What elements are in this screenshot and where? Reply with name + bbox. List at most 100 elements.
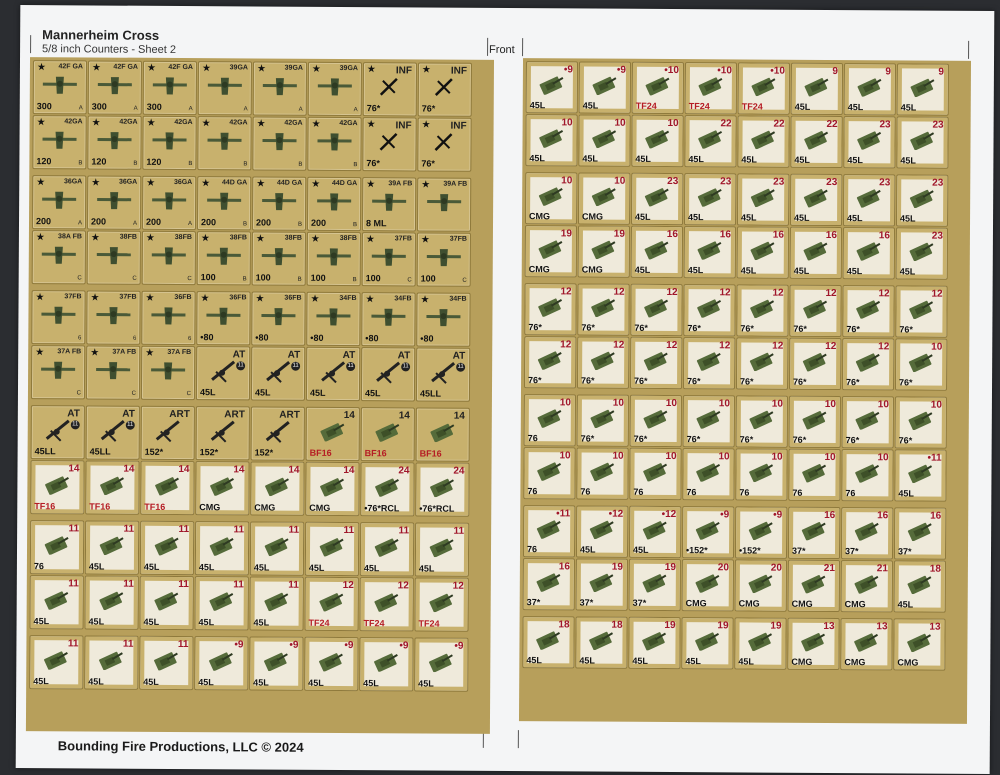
game-counter[interactable]: •11 45L	[894, 449, 947, 502]
game-counter[interactable]: 14 TF16	[140, 460, 195, 516]
game-counter[interactable]: 23 45L	[684, 173, 737, 226]
game-counter[interactable]: 10 76*	[576, 394, 629, 447]
game-counter[interactable]: •9 •152*	[734, 506, 788, 559]
game-counter[interactable]: ★ 36FB •80	[196, 291, 251, 346]
game-counter[interactable]: ★ 37A FB C	[30, 345, 86, 400]
game-counter[interactable]: 10 CMG	[525, 172, 578, 225]
game-counter[interactable]: 24 •76*RCL	[415, 462, 470, 517]
game-counter[interactable]: 13 CMG	[840, 618, 893, 671]
game-counter[interactable]: •10 TF24	[737, 62, 791, 115]
game-counter[interactable]: 14 BF16	[415, 407, 470, 462]
game-counter[interactable]: AT 11 45L	[305, 346, 361, 402]
game-counter[interactable]: •9 45L	[359, 637, 414, 692]
game-counter[interactable]: AT 11 45L	[195, 346, 251, 401]
game-counter[interactable]: 10 76*	[682, 395, 735, 448]
game-counter[interactable]: 10 76	[841, 449, 894, 502]
game-counter[interactable]: ★ 38FB C	[141, 230, 196, 286]
game-counter[interactable]: 22 45L	[684, 115, 737, 168]
game-counter[interactable]: ★ 42GA B 120	[32, 115, 87, 170]
game-counter[interactable]: 10 76*	[894, 396, 947, 449]
game-counter[interactable]: ★ 36GA A 200	[31, 175, 87, 230]
game-counter[interactable]: 12 76*	[683, 337, 736, 390]
game-counter[interactable]: ★ 39GA A	[307, 61, 362, 117]
game-counter[interactable]: 12 TF24	[359, 577, 414, 632]
game-counter[interactable]: •9 45L	[249, 636, 304, 691]
game-counter[interactable]: ART 152*	[195, 406, 250, 461]
game-counter[interactable]: ★ 38A FB C	[31, 230, 86, 285]
game-counter[interactable]: 14 BF16	[305, 406, 360, 462]
game-counter[interactable]: 10 76	[735, 448, 788, 501]
game-counter[interactable]: 23 45L	[790, 173, 843, 227]
game-counter[interactable]: 10 76	[576, 447, 629, 500]
game-counter[interactable]: ART 152*	[140, 405, 195, 461]
game-counter[interactable]: ★ 42GA B 120	[142, 115, 197, 171]
game-counter[interactable]: ★ 37FB 6	[31, 290, 86, 345]
game-counter[interactable]: 22 45L	[790, 115, 843, 169]
game-counter[interactable]: ★ 42GA B	[197, 116, 252, 171]
game-counter[interactable]: 12 76*	[736, 284, 789, 337]
game-counter[interactable]: AT 11 45LL	[30, 405, 85, 460]
game-counter[interactable]: •9 •152*	[681, 506, 735, 559]
game-counter[interactable]: •10 TF24	[631, 61, 685, 115]
game-counter[interactable]: ★ INF 76*	[417, 117, 472, 172]
game-counter[interactable]: •10 TF24	[684, 62, 738, 115]
game-counter[interactable]: 11 45L	[414, 522, 470, 577]
game-counter[interactable]: 10 CMG	[578, 172, 631, 225]
game-counter[interactable]: 12 76*	[683, 284, 736, 337]
game-counter[interactable]: 16 45L	[630, 225, 684, 279]
game-counter[interactable]: 11 45L	[194, 521, 250, 576]
game-counter[interactable]: 9 45L	[896, 63, 949, 116]
game-counter[interactable]: 23 45L	[631, 172, 684, 226]
game-counter[interactable]: 11 45L	[139, 635, 194, 691]
game-counter[interactable]: 10 76*	[735, 395, 788, 448]
game-counter[interactable]: ★ 38FB B 100	[306, 231, 361, 287]
game-counter[interactable]: 11 45L	[249, 521, 305, 576]
game-counter[interactable]: ★ 36GA A 200	[86, 175, 142, 230]
game-counter[interactable]: 11 45L	[29, 635, 84, 690]
game-counter[interactable]: 16 37*	[787, 506, 841, 560]
game-counter[interactable]: ★ 37A FB C	[140, 345, 196, 401]
game-counter[interactable]: 23 45L	[896, 174, 949, 227]
game-counter[interactable]: ★ 44D GA B 200	[196, 176, 252, 231]
game-counter[interactable]: ★ 39A FB	[416, 177, 472, 232]
game-counter[interactable]: ★ INF 76*	[417, 62, 472, 117]
game-counter[interactable]: 19 CMG	[524, 225, 578, 278]
game-counter[interactable]: 14 CMG	[195, 461, 250, 516]
game-counter[interactable]: ★ 42GA B	[252, 116, 307, 171]
game-counter[interactable]: 11 45L	[304, 521, 360, 577]
game-counter[interactable]: ★ 36FB 6	[141, 290, 196, 346]
game-counter[interactable]: 12 76*	[789, 337, 842, 391]
game-counter[interactable]: ★ 37FB 6	[86, 290, 141, 345]
game-counter[interactable]: ART 152*	[250, 406, 305, 461]
game-counter[interactable]: 18 45L	[575, 616, 628, 669]
game-counter[interactable]: ★ 38FB B 100	[251, 231, 306, 286]
game-counter[interactable]: AT 11 45L	[360, 347, 416, 402]
game-counter[interactable]: 11 45L	[139, 575, 194, 631]
game-counter[interactable]: 12 76*	[630, 336, 683, 390]
game-counter[interactable]: 20 CMG	[734, 559, 787, 612]
game-counter[interactable]: 14 TF16	[30, 460, 85, 515]
game-counter[interactable]: 16 37*	[893, 507, 947, 560]
game-counter[interactable]: 14 CMG	[305, 461, 360, 517]
game-counter[interactable]: 10 45L	[631, 114, 684, 168]
game-counter[interactable]: 12 76*	[895, 285, 948, 338]
game-counter[interactable]: 23 45L	[843, 174, 896, 227]
game-counter[interactable]: 9 45L	[843, 63, 896, 116]
game-counter[interactable]: 11 76	[29, 520, 85, 575]
game-counter[interactable]: ★ 37A FB C	[85, 345, 141, 400]
game-counter[interactable]: 16 45L	[736, 226, 789, 279]
game-counter[interactable]: ★ 42F GA A 300	[87, 60, 143, 115]
game-counter[interactable]: 19 45L	[681, 617, 734, 670]
game-counter[interactable]: 11 45L	[84, 520, 140, 575]
game-counter[interactable]: ★ 42F GA A 300	[32, 60, 88, 115]
game-counter[interactable]: ★ 36GA A 200	[141, 175, 197, 231]
game-counter[interactable]: 11 45L	[194, 576, 249, 631]
game-counter[interactable]: 12 TF24	[414, 577, 469, 632]
game-counter[interactable]: AT 11 45L	[250, 346, 306, 401]
game-counter[interactable]: ★ 42GA B 120	[87, 115, 142, 170]
game-counter[interactable]: 12 76*	[736, 337, 789, 390]
game-counter[interactable]: ★ 42F GA A 300	[142, 60, 198, 116]
game-counter[interactable]: •9 45L	[194, 636, 249, 691]
game-counter[interactable]: ★ 34FB •80	[361, 292, 416, 347]
game-counter[interactable]: 10 76	[788, 448, 841, 502]
